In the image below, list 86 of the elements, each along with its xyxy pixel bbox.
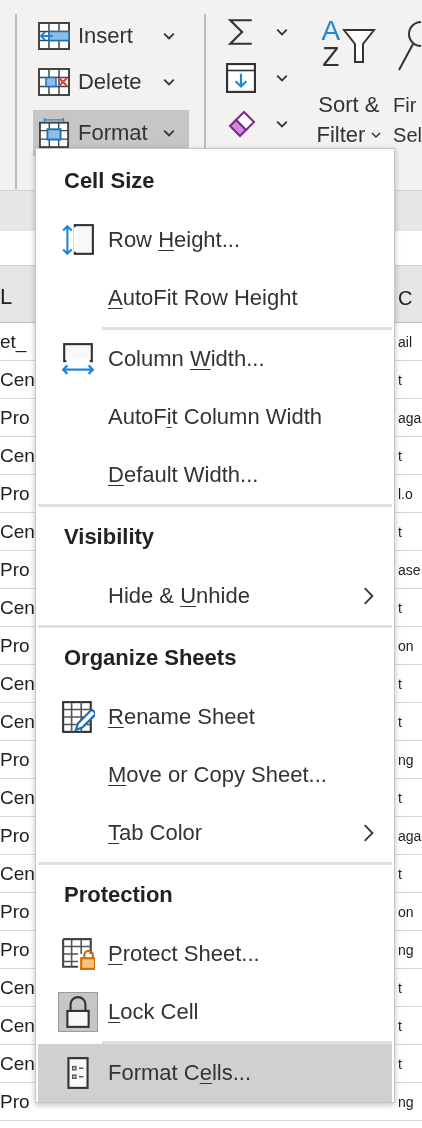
- eraser-icon: [226, 109, 257, 139]
- caret-icon: [162, 32, 175, 40]
- table-cell-text: t: [398, 447, 403, 464]
- sort-letter: Z: [321, 44, 341, 70]
- caret-icon: [371, 131, 382, 139]
- find-select-button[interactable]: Fir Sel: [389, 0, 422, 150]
- funnel-icon: [342, 28, 377, 64]
- caret-icon: [276, 120, 289, 128]
- button-label: Sort &: [318, 91, 380, 119]
- sort-letter: A: [321, 18, 341, 44]
- menu-item[interactable]: Tab Color: [38, 804, 392, 862]
- table-cell-text: on: [398, 903, 415, 920]
- table-cell-text: Pro: [0, 482, 31, 505]
- table-cell: ase: [398, 561, 422, 578]
- section-title: Organize Sheets: [64, 645, 237, 671]
- table-cell-text: et_: [0, 330, 28, 353]
- column-header[interactable]: C: [398, 287, 422, 322]
- caret-icon: [162, 78, 175, 86]
- section-title: Visibility: [64, 524, 155, 550]
- ribbon-button[interactable]: Insert: [32, 18, 189, 54]
- sheet-lock-icon: [61, 937, 95, 971]
- menu-item[interactable]: Row Height...: [38, 211, 392, 269]
- section-title: Protection: [64, 882, 173, 908]
- menu-item[interactable]: AutoFit Row Height: [38, 269, 392, 327]
- menu-item[interactable]: Move or Copy Sheet...: [38, 746, 392, 804]
- table-cell: Cen: [0, 710, 36, 733]
- menu-item[interactable]: Protect Sheet...: [38, 925, 392, 983]
- ribbon-button[interactable]: Delete: [32, 64, 189, 100]
- sort-filter-button[interactable]: A Z Sort & Filter: [308, 0, 390, 150]
- table-cell-text: Pro: [0, 1090, 31, 1113]
- table-cell: aga: [398, 409, 422, 426]
- table-cell: Cen: [0, 596, 36, 619]
- table-cell: Cen: [0, 1052, 36, 1075]
- table-cell-text: t: [398, 789, 403, 806]
- button-label: Sel: [393, 123, 422, 148]
- table-cell-text: t: [398, 371, 403, 388]
- caret-icon: [276, 74, 289, 82]
- table-cell: Cen: [0, 786, 36, 809]
- table-cell: aga: [398, 827, 422, 844]
- menu-item[interactable]: Lock Cell: [38, 983, 392, 1041]
- table-cell-text: t: [398, 865, 403, 882]
- table-cell: Cen: [0, 444, 36, 467]
- fill-down-icon: [226, 63, 257, 93]
- column-width-icon: [61, 342, 95, 376]
- table-cell-text: ail: [398, 333, 413, 350]
- table-cell-text: on: [398, 637, 415, 654]
- caret-icon: [276, 28, 289, 36]
- table-cell-text: Pro: [0, 938, 31, 961]
- menu-item[interactable]: Column Width...: [38, 330, 392, 388]
- insert-cells-icon: [37, 21, 70, 51]
- table-cell: Cen: [0, 520, 36, 543]
- table-cell-text: Pro: [0, 900, 31, 923]
- table-cell-text: t: [398, 523, 403, 540]
- table-cell-text: t: [398, 1055, 403, 1072]
- column-header[interactable]: L: [0, 284, 36, 322]
- table-cell-text: l.o: [398, 485, 414, 502]
- table-cell-text: Pro: [0, 634, 31, 657]
- section-title: Cell Size: [64, 168, 155, 194]
- table-cell-text: ng: [398, 751, 415, 768]
- row-height-icon: [61, 223, 95, 257]
- menu-item[interactable]: Format Cells...: [38, 1044, 392, 1102]
- table-cell-text: Pro: [0, 824, 31, 847]
- table-cell-text: Pro: [0, 748, 31, 771]
- table-cell-text: t: [398, 713, 403, 730]
- menu-item[interactable]: Default Width...: [38, 446, 392, 504]
- table-cell: Cen: [0, 976, 36, 999]
- menu-item[interactable]: AutoFit Column Width: [38, 388, 392, 446]
- table-cell-text: t: [398, 1017, 403, 1034]
- table-cell: Cen: [0, 1014, 36, 1037]
- button-label: Fir: [393, 93, 417, 118]
- button-label: Filter: [316, 121, 366, 149]
- table-cell-text: t: [398, 979, 403, 996]
- table-cell: Cen: [0, 862, 36, 885]
- caret-icon: [162, 129, 175, 137]
- table-cell-text: t: [398, 599, 403, 616]
- table-cell-text: t: [398, 675, 403, 692]
- table-cell: Cen: [0, 368, 36, 391]
- table-cell-text: Pro: [0, 406, 31, 429]
- menu-item[interactable]: Hide & Unhide: [38, 567, 392, 625]
- table-cell-text: ng: [398, 1093, 415, 1110]
- menu-item[interactable]: Rename Sheet: [38, 688, 392, 746]
- delete-cells-icon: [37, 67, 70, 97]
- table-cell-text: ng: [398, 941, 415, 958]
- table-pen-icon: [61, 700, 95, 734]
- table-cell-text: Pro: [0, 558, 31, 581]
- table-cell: Cen: [0, 672, 36, 695]
